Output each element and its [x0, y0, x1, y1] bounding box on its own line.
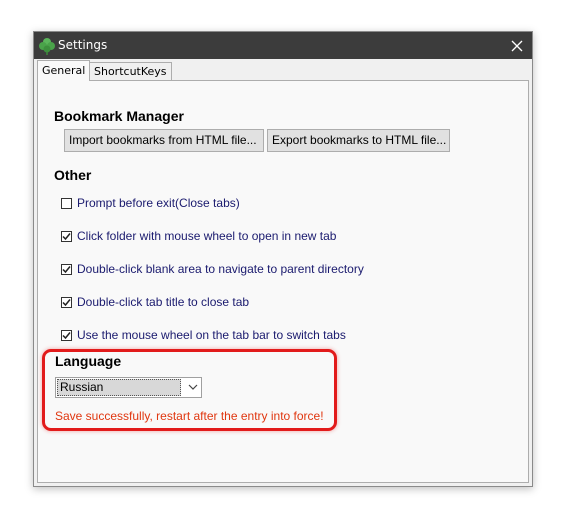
checkmark-icon [62, 265, 71, 273]
option-label: Prompt before exit(Close tabs) [77, 196, 240, 210]
general-panel: Bookmark Manager Import bookmarks from H… [37, 80, 529, 483]
language-heading: Language [55, 353, 122, 369]
language-selected-value: Russian [57, 379, 181, 396]
option-middle-click-folder[interactable]: Click folder with mouse wheel to open in… [61, 228, 336, 244]
option-prompt-before-exit[interactable]: Prompt before exit(Close tabs) [61, 195, 240, 211]
checkbox[interactable] [61, 197, 72, 209]
option-label: Use the mouse wheel on the tab bar to sw… [77, 328, 346, 342]
status-message: Save successfully, restart after the ent… [55, 409, 324, 423]
checkbox[interactable] [61, 329, 72, 341]
settings-window: Settings General ShortcutKeys Bookmark M… [33, 31, 533, 487]
option-double-click-blank[interactable]: Double-click blank area to navigate to p… [61, 261, 364, 277]
checkbox[interactable] [61, 296, 72, 308]
option-label: Double-click blank area to navigate to p… [77, 262, 364, 276]
option-wheel-switch-tabs[interactable]: Use the mouse wheel on the tab bar to sw… [61, 327, 346, 343]
import-bookmarks-button[interactable]: Import bookmarks from HTML file... [64, 129, 264, 152]
bookmark-manager-heading: Bookmark Manager [54, 108, 184, 124]
other-heading: Other [54, 167, 92, 183]
window-title: Settings [58, 38, 108, 52]
checkbox[interactable] [61, 230, 72, 242]
tab-general[interactable]: General [37, 60, 91, 81]
title-bar[interactable]: Settings [34, 32, 532, 59]
tab-shortcutkeys[interactable]: ShortcutKeys [89, 62, 172, 80]
close-icon [511, 40, 523, 51]
option-label: Click folder with mouse wheel to open in… [77, 229, 337, 243]
checkbox[interactable] [61, 263, 72, 275]
option-double-click-tab[interactable]: Double-click tab title to close tab [61, 294, 249, 310]
checkmark-icon [62, 232, 71, 240]
checkmark-icon [62, 298, 71, 306]
export-bookmarks-button[interactable]: Export bookmarks to HTML file... [267, 129, 450, 152]
close-button[interactable] [502, 32, 532, 59]
checkmark-icon [62, 331, 71, 339]
language-select[interactable]: Russian [55, 377, 202, 398]
chevron-down-icon [188, 384, 198, 390]
clover-icon [39, 38, 55, 55]
option-label: Double-click tab title to close tab [77, 295, 250, 309]
